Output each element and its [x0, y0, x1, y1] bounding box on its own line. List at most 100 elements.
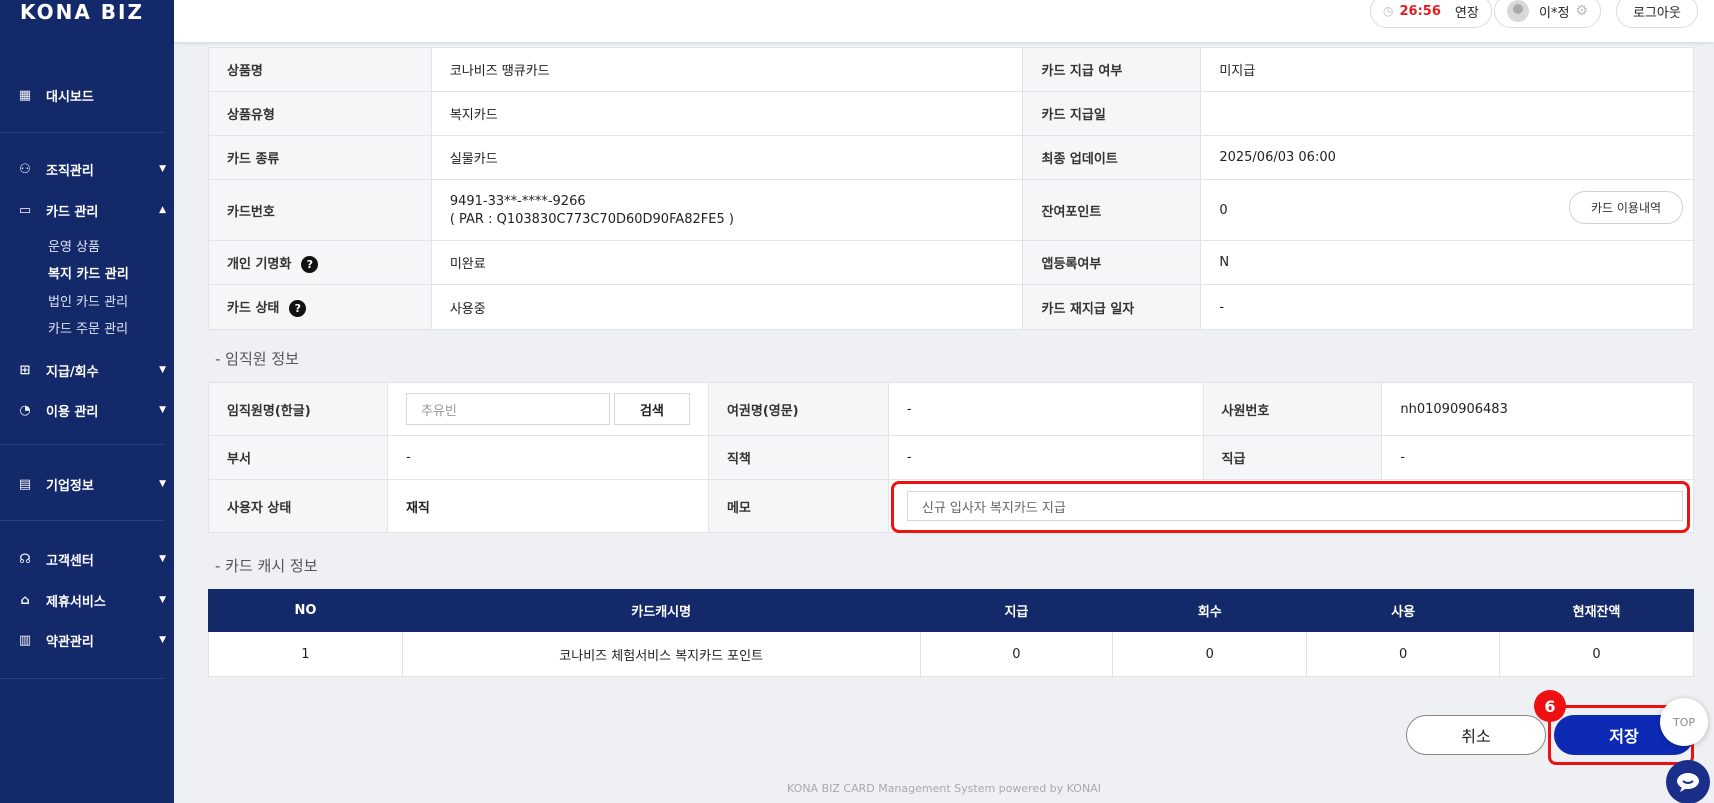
sidebar-item-dashboard[interactable]: ▦ 대시보드: [16, 83, 166, 107]
chevron-down-icon: ▼: [159, 554, 166, 564]
card-kind-label: 카드 종류: [208, 135, 432, 180]
logout-button[interactable]: 로그아웃: [1616, 0, 1698, 28]
personalize-label: 개인 기명화: [227, 256, 292, 272]
issue-status-value: 미지급: [1200, 47, 1694, 92]
user-status-label: 사용자 상태: [208, 479, 388, 533]
rank-value: -: [1381, 435, 1694, 480]
session-timer: ◷ 26:56 연장: [1370, 0, 1492, 28]
gear-icon[interactable]: ⚙: [1575, 3, 1588, 19]
department-label: 부서: [208, 435, 388, 480]
chevron-up-icon: ▲: [159, 205, 166, 215]
card-usage-history-button[interactable]: 카드 이용내역: [1569, 191, 1683, 224]
sidebar-item-label: 대시보드: [46, 89, 94, 105]
user-status-value: 재직: [386, 479, 709, 533]
last-update-value: 2025/06/03 06:00: [1200, 135, 1694, 180]
sidebar-subitem-welfare-card[interactable]: 복지 카드 관리: [48, 263, 129, 282]
session-timer-value: 26:56: [1399, 3, 1441, 19]
user-menu[interactable]: 이*정 ⚙: [1494, 0, 1601, 28]
cash-info-section: NO 카드캐시명 지급 회수 사용 현재잔액 1 코나비즈 체험서비스 복지카드…: [208, 589, 1694, 677]
dashboard-icon: ▦: [18, 87, 32, 103]
column-header: 현재잔액: [1499, 589, 1694, 632]
employee-name-input[interactable]: 추유빈: [405, 393, 610, 425]
app-registered-label: 앱등록여부: [1022, 240, 1202, 285]
product-name-value: 코나비즈 땡큐카드: [430, 47, 1024, 92]
cash-table: NO 카드캐시명 지급 회수 사용 현재잔액 1 코나비즈 체험서비스 복지카드…: [208, 589, 1694, 677]
sidebar-item-usage[interactable]: ◔ 이용 관리 ▼: [16, 398, 166, 422]
search-button[interactable]: 검색: [613, 393, 690, 425]
reissue-date-label: 카드 재지급 일자: [1022, 284, 1202, 330]
sidebar-item-terms[interactable]: ▥ 약관관리 ▼: [16, 628, 166, 652]
brand-logo[interactable]: KONA BIZ: [20, 0, 144, 24]
terms-icon: ▥: [18, 632, 32, 648]
divider: [0, 520, 164, 521]
sidebar-subitem-operating-products[interactable]: 운영 상품: [48, 236, 100, 255]
employee-section-title: - 임직원 정보: [215, 350, 299, 368]
table-cell: 0: [1112, 631, 1308, 677]
chevron-down-icon: ▼: [159, 405, 166, 415]
sidebar-item-label: 조직관리: [46, 163, 94, 179]
issue-date-label: 카드 지급일: [1022, 91, 1202, 136]
sidebar-item-card-management[interactable]: ▭ 카드 관리 ▲: [16, 198, 166, 222]
chevron-down-icon: ▼: [159, 479, 166, 489]
employee-name-cell: 추유빈 검색: [386, 382, 709, 436]
sidebar-item-label: 기업정보: [46, 478, 94, 494]
column-header: 카드캐시명: [401, 589, 921, 632]
company-icon: ▤: [18, 476, 32, 492]
top-bar: ◷ 26:56 연장 이*정 ⚙ 로그아웃: [174, 0, 1714, 42]
sidebar: KONA BIZ ▦ 대시보드 ⚇ 조직관리 ▼ ▭ 카드 관리 ▲ 운영 상품…: [0, 0, 174, 803]
help-icon[interactable]: ?: [289, 300, 307, 317]
sidebar-subitem-card-orders[interactable]: 카드 주문 관리: [48, 318, 128, 337]
card-number-cell: 9491-33**-****-9266 ( PAR : Q103830C773C…: [430, 179, 1024, 241]
product-type-label: 상품유형: [208, 91, 432, 136]
table-cell: 0: [919, 631, 1114, 677]
sidebar-item-payment[interactable]: ⊞ 지급/회수 ▼: [16, 358, 166, 382]
passport-name-value: -: [887, 382, 1204, 436]
card-info-table: 상품명 코나비즈 땡큐카드 카드 지급 여부 미지급 상품유형 복지카드 카드 …: [208, 47, 1694, 330]
scroll-top-button[interactable]: TOP: [1660, 698, 1708, 746]
sidebar-item-label: 지급/회수: [46, 364, 99, 380]
column-header: 지급: [919, 589, 1114, 632]
divider: [0, 444, 164, 445]
card-status-value: 사용중: [430, 284, 1024, 330]
help-icon[interactable]: ?: [301, 255, 319, 273]
card-number-label: 카드번호: [208, 179, 432, 241]
app-registered-value: N: [1200, 240, 1694, 285]
card-status-label-cell: 카드 상태?: [208, 284, 432, 330]
sidebar-subitem-corporate-card[interactable]: 법인 카드 관리: [48, 291, 128, 310]
sidebar-item-label: 약관관리: [46, 634, 94, 650]
sidebar-item-label: 제휴서비스: [46, 594, 106, 610]
step-badge: 6: [1534, 690, 1566, 722]
product-type-value: 복지카드: [430, 91, 1024, 136]
table-cell: 1: [208, 631, 403, 677]
card-status-label: 카드 상태: [227, 301, 280, 316]
memo-label: 메모: [707, 479, 889, 533]
card-par-value: ( PAR : Q103830C773C70D60D90FA82FE5 ): [449, 211, 734, 227]
rank-label: 직급: [1202, 435, 1383, 480]
reissue-date-value: -: [1200, 284, 1694, 330]
column-header: 사용: [1306, 589, 1501, 632]
column-header: NO: [208, 589, 403, 632]
clock-icon: ◷: [1383, 4, 1394, 18]
sidebar-item-organization[interactable]: ⚇ 조직관리 ▼: [16, 157, 166, 181]
card-icon: ▭: [18, 202, 32, 218]
product-name-label: 상품명: [208, 47, 432, 92]
employee-number-label: 사원번호: [1202, 382, 1383, 436]
sidebar-item-support[interactable]: ☊ 고객센터 ▼: [16, 547, 166, 571]
chevron-down-icon: ▼: [159, 635, 166, 645]
partner-icon: ⌂: [20, 592, 30, 608]
column-header: 회수: [1112, 589, 1308, 632]
issue-date-value: [1200, 91, 1694, 136]
sidebar-item-partner[interactable]: ⌂ 제휴서비스 ▼: [16, 588, 166, 612]
user-name: 이*정: [1539, 5, 1570, 21]
employee-name-label: 임직원명(한글): [208, 382, 388, 436]
last-update-label: 최종 업데이트: [1022, 135, 1202, 180]
extend-session-button[interactable]: 연장: [1455, 2, 1479, 21]
sidebar-item-company-info[interactable]: ▤ 기업정보 ▼: [16, 472, 166, 496]
personalize-value: 미완료: [430, 240, 1024, 285]
duty-value: -: [887, 435, 1204, 480]
personalize-label-cell: 개인 기명화?: [208, 240, 432, 285]
points-label: 잔여포인트: [1022, 179, 1202, 241]
card-info-section: 상품명 코나비즈 땡큐카드 카드 지급 여부 미지급 상품유형 복지카드 카드 …: [208, 47, 1694, 330]
duty-label: 직책: [707, 435, 889, 480]
cancel-button[interactable]: 취소: [1406, 715, 1546, 755]
